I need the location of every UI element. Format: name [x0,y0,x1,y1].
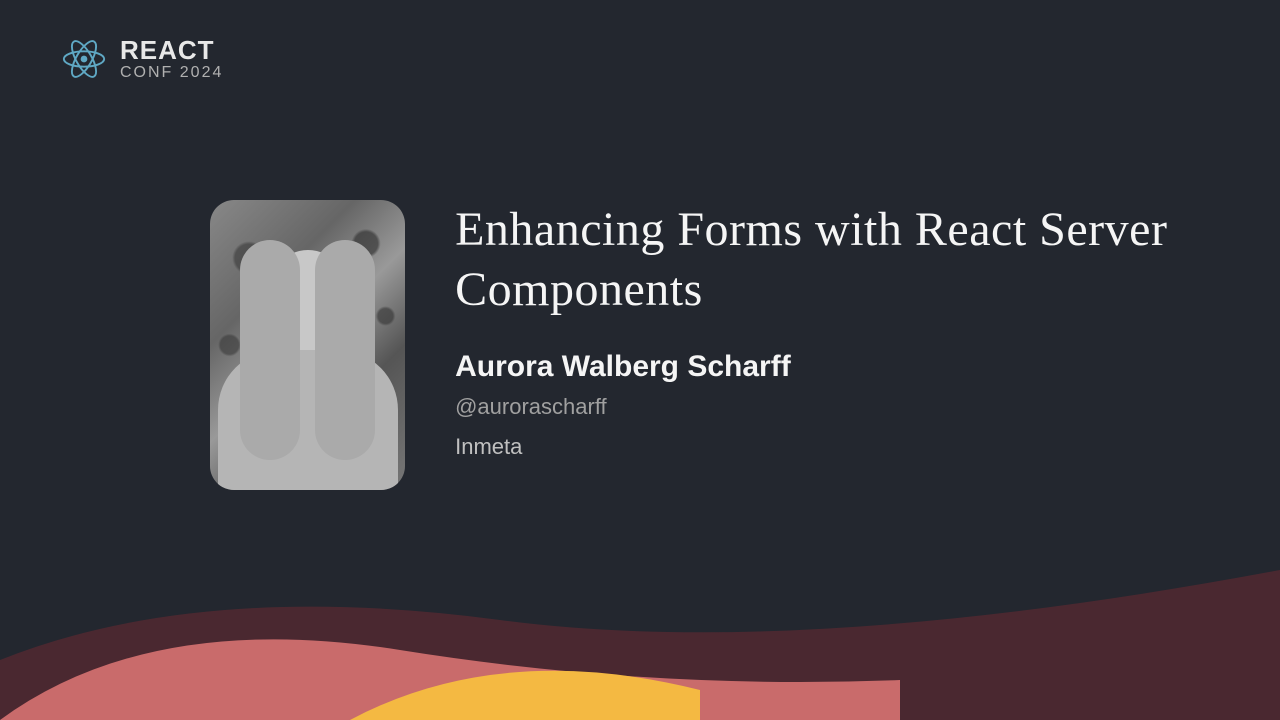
speaker-name: Aurora Walberg Scharff [455,350,1280,384]
decorative-waves [0,540,1280,720]
speaker-company: Inmeta [455,434,1280,460]
speaker-photo [210,200,405,490]
logo-title: REACT [120,37,223,63]
react-icon [60,35,108,83]
conference-logo: REACT CONF 2024 [60,35,223,83]
logo-subtitle: CONF 2024 [120,65,223,81]
logo-text: REACT CONF 2024 [120,37,223,81]
talk-info: Enhancing Forms with React Server Compon… [455,200,1280,460]
talk-title: Enhancing Forms with React Server Compon… [455,200,1280,320]
speaker-handle: @aurorascharff [455,394,1280,420]
main-content: Enhancing Forms with React Server Compon… [210,200,1280,490]
